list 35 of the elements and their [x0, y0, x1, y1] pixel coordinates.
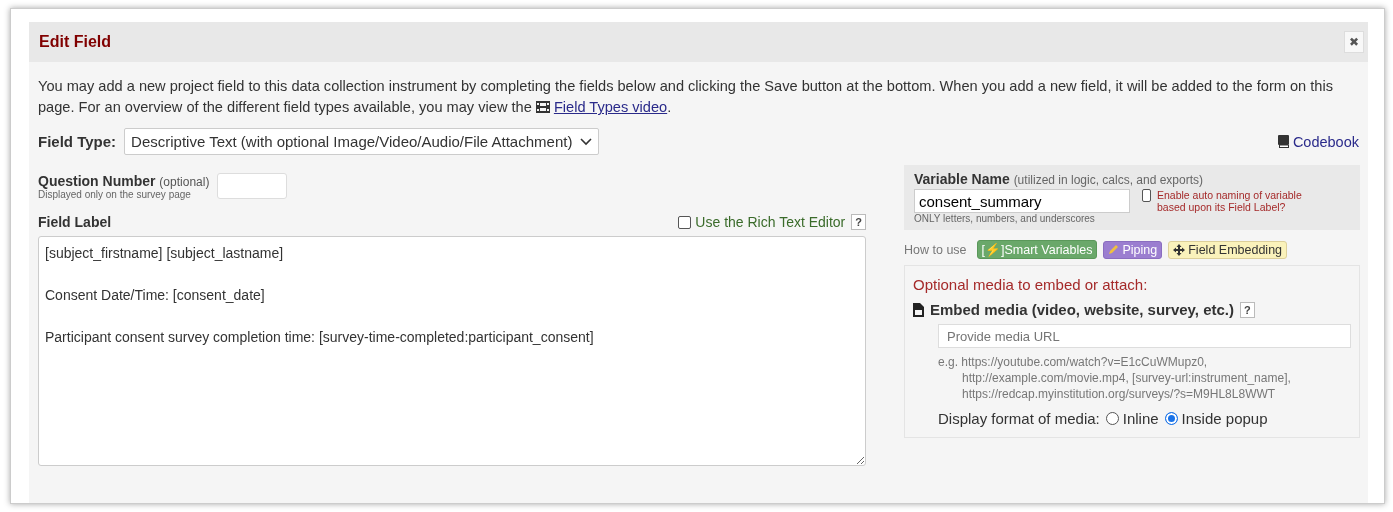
example-text: e.g. https://youtube.com/watch?v=E1cCuWMupz0,	[938, 354, 1209, 370]
move-icon	[1173, 243, 1186, 256]
rich-text-checkbox[interactable]: Use the Rich Text Editor	[678, 214, 846, 230]
display-format-radio[interactable]: Inside popup	[1164, 410, 1268, 427]
intro-text: You may add a new project field to this data collection instrument by completing the fields below and clicking the Save button at the bottom. When you add a new field, it will be added to the form on this page. For an overview of the different field types available, you may view the Field Types video.	[38, 77, 1334, 117]
close-button[interactable]: ✖	[1344, 31, 1364, 53]
auto-naming-checkbox[interactable]: Enable auto naming of variable based upon its Field Label?	[1142, 189, 1332, 224]
dialog-title: Edit Field	[39, 33, 111, 51]
field-label-label: Field Label	[38, 214, 112, 230]
file-icon	[913, 302, 924, 317]
example-text: http://example.com/movie.mp4, [survey-url:instrument_name],	[961, 370, 1292, 386]
film-icon	[535, 101, 550, 113]
codebook-link[interactable]: Codebook	[1277, 133, 1359, 150]
variable-name-hint: ONLY letters, numbers, and underscores	[914, 213, 1096, 224]
question-number-input[interactable]	[217, 173, 288, 199]
help-button[interactable]: ?	[851, 214, 866, 230]
display-format-label: Display format of media:	[938, 410, 1100, 427]
media-title: Optional media to embed or attach:	[913, 276, 1149, 293]
example-text: https://redcap.myinstitution.org/surveys/?s=M9HL8L8WWT	[961, 386, 1277, 402]
chevron-down-icon	[580, 137, 593, 146]
display-format-radio[interactable]: Inline	[1105, 410, 1159, 427]
media-url-input[interactable]: Provide media URL	[938, 324, 1351, 348]
question-number-hint: Displayed only on the survey page	[38, 189, 192, 200]
how-to-use-button[interactable]: Field Embedding	[1168, 240, 1288, 259]
field-type-label: Field Type:	[38, 133, 117, 150]
embed-media-label: Embed media (video, website, survey, etc.)	[930, 301, 1234, 318]
field-label-textarea[interactable]: [subject_firstname] [subject_lastname] Consent Date/Time: [consent_date] Participant consent survey completion time: [survey-time-completed:participant_consent]	[38, 236, 866, 466]
field-type-select[interactable]: Descriptive Text (with optional Image/Video/Audio/File Attachment)	[124, 128, 600, 155]
pencil-icon	[1108, 244, 1120, 255]
how-to-use-label: How to use	[904, 242, 967, 257]
question-number-label: Question Number (optional)	[38, 173, 210, 189]
variable-name-label: Variable Name (utilized in logic, calcs, and exports)	[914, 171, 1204, 187]
help-button[interactable]: ?	[1240, 301, 1255, 318]
variable-name-input[interactable]: consent_summary	[914, 189, 1130, 213]
book-icon	[1277, 135, 1289, 148]
